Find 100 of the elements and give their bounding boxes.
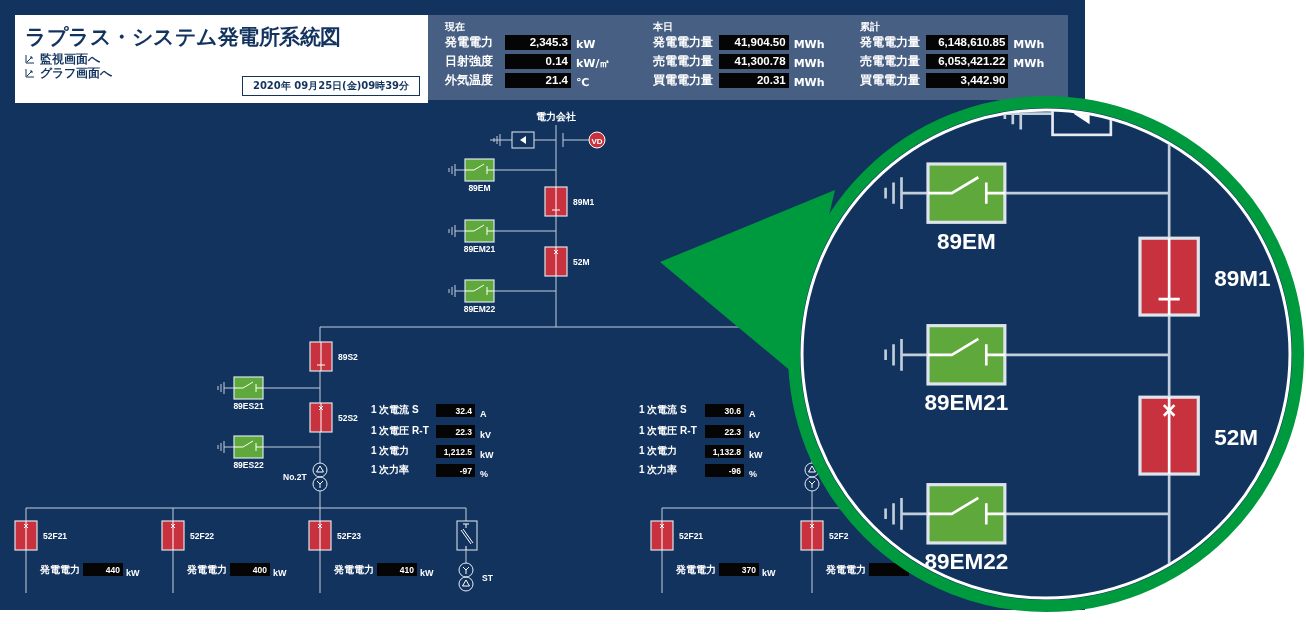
- earth-switch[interactable]: [926, 162, 1007, 224]
- unit-label: kW: [749, 450, 763, 460]
- ground-icon: [884, 338, 928, 371]
- unit-label: kW: [762, 568, 776, 578]
- chart-icon: [25, 68, 34, 78]
- ground-icon: [448, 284, 466, 298]
- earth-switch[interactable]: [926, 483, 1007, 545]
- device-label: 52F21: [43, 531, 68, 541]
- wire: [493, 290, 557, 292]
- reading-label: 発電電力: [826, 564, 866, 575]
- reading-label: 発電電力: [676, 564, 716, 575]
- wire: [562, 132, 591, 148]
- circuit-breaker[interactable]: [650, 520, 674, 551]
- stat-label: 日射強度: [445, 53, 494, 70]
- disconnector-switch[interactable]: [1138, 236, 1200, 317]
- unit-label: kW: [273, 568, 287, 578]
- device-label: 52F2: [829, 531, 849, 541]
- reading-label: 1 次力率: [639, 464, 678, 475]
- datetime-display: 2020年 09月25日(金)09時39分: [242, 76, 420, 96]
- device-label: 52S2: [338, 413, 358, 423]
- disconnector-switch[interactable]: [309, 341, 333, 372]
- device-label: 52M: [1214, 424, 1258, 450]
- earth-switch[interactable]: [926, 324, 1007, 386]
- device-label: 89EM21: [463, 244, 496, 254]
- device-label: 52F23: [337, 531, 362, 541]
- section-heading: 累計: [860, 21, 882, 32]
- reading-label: 発電電力: [40, 564, 80, 575]
- device-label: 89EM22: [924, 549, 1009, 575]
- device-label: 89M1: [1214, 265, 1271, 291]
- device-label: 89EM: [937, 228, 996, 254]
- value-display: 2,345.3: [505, 35, 571, 50]
- ground-icon: [489, 133, 513, 147]
- ground-icon: [217, 381, 235, 395]
- value-display: 20.31: [718, 73, 789, 88]
- wire: [262, 387, 321, 389]
- transformer-icon: [804, 462, 820, 492]
- circuit-breaker[interactable]: [308, 520, 332, 551]
- reading-label: 1 次電圧 R-T: [371, 425, 429, 436]
- value-display: 410: [377, 563, 417, 576]
- reading-label: 発電電力: [334, 564, 374, 575]
- value-display: 22.3: [705, 425, 744, 438]
- earth-switch[interactable]: [464, 219, 495, 243]
- unit-label: kW: [576, 38, 596, 51]
- wire: [262, 446, 321, 448]
- reading-label: 1 次力率: [371, 464, 410, 475]
- device-label: 52F21: [679, 531, 704, 541]
- unit-label: kW: [126, 568, 140, 578]
- device-label: 52M: [573, 257, 590, 267]
- unit-label: kV: [749, 430, 760, 440]
- unit-label: A: [749, 409, 756, 419]
- stat-label: 買電電力量: [860, 72, 922, 89]
- ground-icon: [448, 224, 466, 238]
- circuit-breaker[interactable]: [309, 402, 333, 433]
- reading-label: 1 次電力: [371, 445, 410, 456]
- device-label: No.2T: [283, 472, 307, 482]
- disconnector-switch[interactable]: [544, 186, 568, 217]
- value-display: 41,300.78: [718, 54, 789, 69]
- reading-label: 1 次電圧 R-T: [639, 425, 697, 436]
- circuit-breaker[interactable]: [800, 520, 824, 551]
- device-label: 89ES22: [233, 460, 264, 470]
- page-title: ラプラス・システム発電所系統図: [25, 24, 342, 51]
- value-display: 0.14: [505, 54, 571, 69]
- source-label: 電力会社: [536, 111, 576, 122]
- device-label: 52F22: [190, 531, 215, 541]
- stat-label: 買電電力量: [652, 72, 714, 89]
- wire: [465, 507, 467, 522]
- section-heading: 本日: [652, 21, 674, 32]
- ground-icon: [884, 177, 928, 210]
- earth-switch[interactable]: [464, 279, 495, 303]
- device-label: 89M1: [573, 197, 595, 207]
- earth-switch[interactable]: [233, 376, 264, 400]
- circuit-breaker[interactable]: [1138, 395, 1200, 476]
- wire: [533, 139, 557, 141]
- nav-link[interactable]: グラフ画面へ: [40, 66, 112, 80]
- value-display: -97: [436, 464, 475, 477]
- circuit-breaker[interactable]: [161, 520, 185, 551]
- reading-label: 1 次電流 S: [639, 404, 687, 415]
- earth-switch[interactable]: [464, 158, 495, 182]
- stat-label: 外気温度: [445, 72, 494, 89]
- device-label: 89ES21: [233, 401, 264, 411]
- circuit-breaker[interactable]: [544, 246, 568, 277]
- ground-icon: [884, 497, 928, 530]
- device-label: 89EM: [468, 183, 491, 193]
- stat-label: 発電電力量: [652, 34, 714, 51]
- value-display: -96: [705, 464, 744, 477]
- earth-switch[interactable]: [233, 435, 264, 459]
- stat-label: 発電電力量: [860, 34, 922, 51]
- value-display: 370: [719, 563, 759, 576]
- nav-link[interactable]: 監視画面へ: [40, 52, 100, 66]
- unit-label: MWh: [793, 76, 825, 89]
- meter-badge: VD: [588, 131, 606, 149]
- value-display: 440: [83, 563, 123, 576]
- value-display: 41,904.50: [718, 35, 789, 50]
- reading-label: 発電電力: [187, 564, 227, 575]
- device-label: 89EM22: [463, 304, 496, 314]
- transformer-icon: [312, 462, 328, 492]
- circuit-breaker[interactable]: [14, 520, 38, 551]
- unit-label: kV: [480, 430, 491, 440]
- value-display: 6,053,421.22: [926, 54, 1009, 69]
- reading-label: 1 次電流 S: [371, 404, 419, 415]
